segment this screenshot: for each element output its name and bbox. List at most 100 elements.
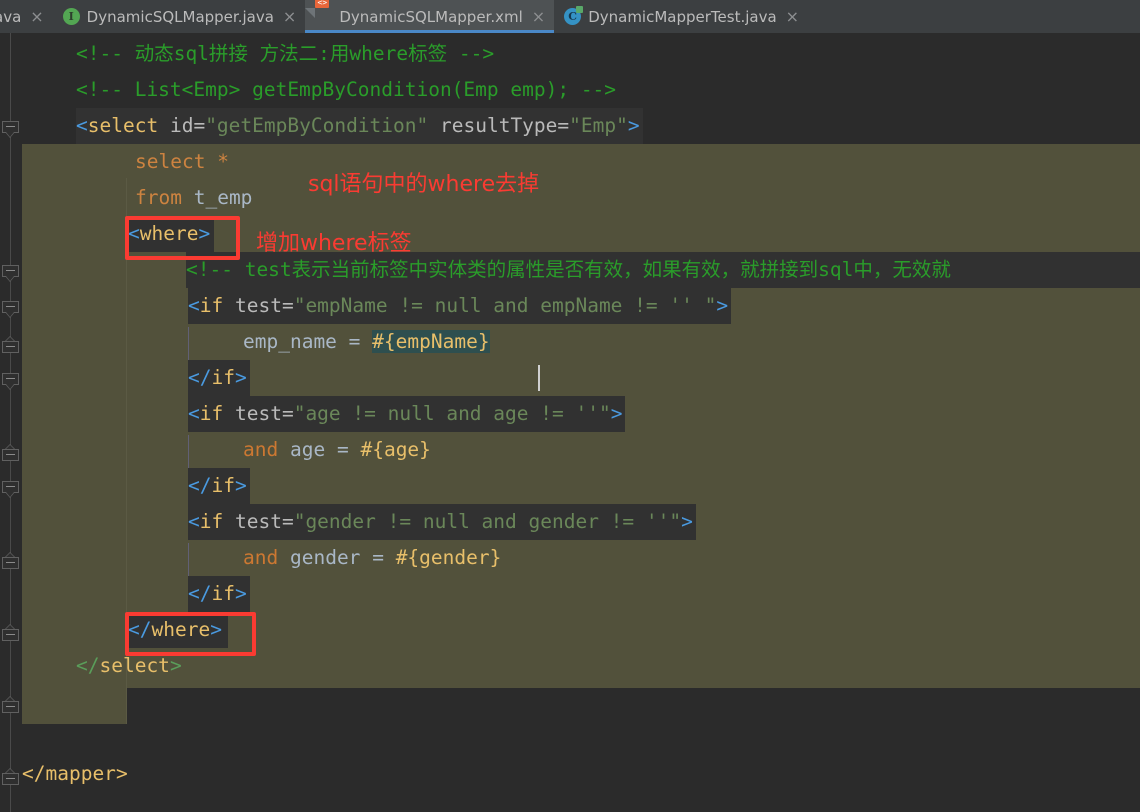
- close-icon[interactable]: ×: [30, 8, 43, 25]
- attr-value-resulttype: "Emp": [569, 114, 628, 137]
- attr-id: id: [169, 114, 194, 137]
- code-line-if-age-close[interactable]: </if>: [188, 468, 250, 504]
- code-line-comment-dynamic-sql[interactable]: <!-- 动态sql拼接 方法二:用where标签 -->: [76, 36, 494, 72]
- close-icon[interactable]: ×: [532, 8, 545, 25]
- interface-icon: I: [62, 8, 80, 25]
- code-content[interactable]: <!-- 动态sql拼接 方法二:用where标签 --> <!-- List<…: [0, 33, 1140, 812]
- tab-dynamicsqlmapper-xml[interactable]: DynamicSQLMapper.xml ×: [305, 0, 555, 33]
- sql-column-age: age: [289, 438, 326, 461]
- mybatis-param-age: #{age}: [360, 438, 431, 461]
- code-line-sql-empname-cond[interactable]: emp_name = #{empName}: [243, 324, 490, 360]
- xml-comment: <!-- 动态sql拼接 方法二:用where标签 -->: [76, 42, 495, 65]
- xml-comment: <!-- test表示当前标签中实体类的属性是否有效，如果有效，就拼接到sql中…: [186, 258, 951, 281]
- redbox-where-close: [125, 612, 256, 656]
- tab-dynamicmappertest-java[interactable]: C DynamicMapperTest.java ×: [554, 0, 809, 33]
- angle-bracket: <: [188, 510, 200, 533]
- sql-column-gender: gender: [289, 546, 361, 569]
- code-line-select-open-tag[interactable]: <select id="getEmpByCondition" resultTyp…: [76, 108, 643, 144]
- code-line-if-age-open[interactable]: <if test="age != null and age != ''">: [188, 396, 626, 432]
- tag-name-if: if: [211, 366, 235, 389]
- tag-name-if: if: [211, 582, 235, 605]
- code-line-comment-test-desc[interactable]: <!-- test表示当前标签中实体类的属性是否有效，如果有效，就拼接到sql中…: [186, 252, 1140, 288]
- attr-value-test-age: "age != null and age != ''": [293, 402, 611, 425]
- sql-column-emp-name: emp_name: [243, 330, 337, 353]
- xml-comment: <!-- List<Emp> getEmpByCondition(Emp emp…: [76, 78, 617, 101]
- angle-bracket: </: [22, 762, 46, 785]
- sql-keyword-and: and: [243, 438, 279, 461]
- code-line-if-gender-close[interactable]: </if>: [188, 576, 250, 612]
- equals: =: [281, 294, 294, 317]
- code-line-sql-from[interactable]: from t_emp: [135, 180, 252, 216]
- redbox-where-open: [125, 216, 240, 260]
- angle-bracket: >: [234, 582, 247, 605]
- code-line-mapper-close-tag[interactable]: </mapper>: [22, 756, 128, 792]
- angle-bracket: </: [188, 582, 212, 605]
- note-remove-where: sql语句中的where去掉: [308, 172, 540, 197]
- tag-name-if: if: [211, 474, 235, 497]
- interface-icon-glyph: I: [62, 8, 80, 25]
- code-line-if-empname-close[interactable]: </if>: [188, 360, 250, 396]
- xml-file-icon: [315, 8, 332, 25]
- code-line-comment-method-signature[interactable]: <!-- List<Emp> getEmpByCondition(Emp emp…: [76, 72, 616, 108]
- angle-bracket: <: [188, 402, 200, 425]
- tag-name-if: if: [199, 510, 224, 533]
- equals: =: [557, 114, 570, 137]
- equals: =: [281, 402, 294, 425]
- sql-table-name: t_emp: [193, 186, 253, 209]
- sql-keyword-and: and: [243, 546, 279, 569]
- angle-bracket: </: [188, 366, 212, 389]
- attr-value-test-empname: "empName != null and empName != '' ": [293, 294, 717, 317]
- mybatis-param-empname: #{empName}: [372, 330, 490, 353]
- attr-test: test: [234, 402, 282, 425]
- sql-operator: =: [348, 330, 361, 353]
- angle-bracket: </: [188, 474, 212, 497]
- angle-bracket: </: [76, 654, 100, 677]
- tab-dynamicsqlmapper-java[interactable]: I DynamicSQLMapper.java ×: [52, 0, 306, 33]
- close-icon[interactable]: ×: [283, 8, 296, 25]
- tab-java-clipped[interactable]: ava ×: [0, 0, 53, 33]
- angle-bracket: <: [188, 294, 200, 317]
- tag-name-mapper: mapper: [45, 762, 116, 785]
- tab-label: DynamicSQLMapper.xml: [339, 7, 523, 26]
- sql-keyword-select: select: [135, 150, 206, 173]
- tab-label: DynamicMapperTest.java: [588, 7, 777, 26]
- editor-tab-bar[interactable]: ava × I DynamicSQLMapper.java × DynamicS…: [0, 0, 1140, 33]
- angle-bracket: >: [169, 654, 182, 677]
- code-line-sql-age-cond[interactable]: and age = #{age}: [243, 432, 431, 468]
- code-line-sql-select-star[interactable]: select *: [135, 144, 229, 180]
- close-icon[interactable]: ×: [786, 8, 799, 25]
- tag-name-select: select: [99, 654, 170, 677]
- attr-test: test: [234, 510, 282, 533]
- mybatis-param-gender: #{gender}: [395, 546, 502, 569]
- tag-name-select: select: [87, 114, 159, 137]
- angle-bracket: >: [115, 762, 128, 785]
- attr-value-id: "getEmpByCondition": [205, 114, 429, 137]
- code-line-if-empname-open[interactable]: <if test="empName != null and empName !=…: [188, 288, 732, 324]
- attr-test: test: [234, 294, 282, 317]
- angle-bracket: <: [76, 114, 88, 137]
- code-editor[interactable]: <!-- 动态sql拼接 方法二:用where标签 --> <!-- List<…: [0, 33, 1140, 812]
- tab-label: DynamicSQLMapper.java: [86, 7, 274, 26]
- class-icon-glyph: C: [564, 8, 582, 25]
- angle-bracket: >: [234, 366, 247, 389]
- code-line-if-gender-open[interactable]: <if test="gender != null and gender != '…: [188, 504, 696, 540]
- tag-name-if: if: [199, 402, 224, 425]
- code-line-sql-gender-cond[interactable]: and gender = #{gender}: [243, 540, 501, 576]
- angle-bracket: >: [627, 114, 640, 137]
- sql-star: *: [217, 150, 229, 173]
- equals: =: [193, 114, 206, 137]
- tag-name-if: if: [199, 294, 224, 317]
- class-icon: C: [564, 8, 582, 25]
